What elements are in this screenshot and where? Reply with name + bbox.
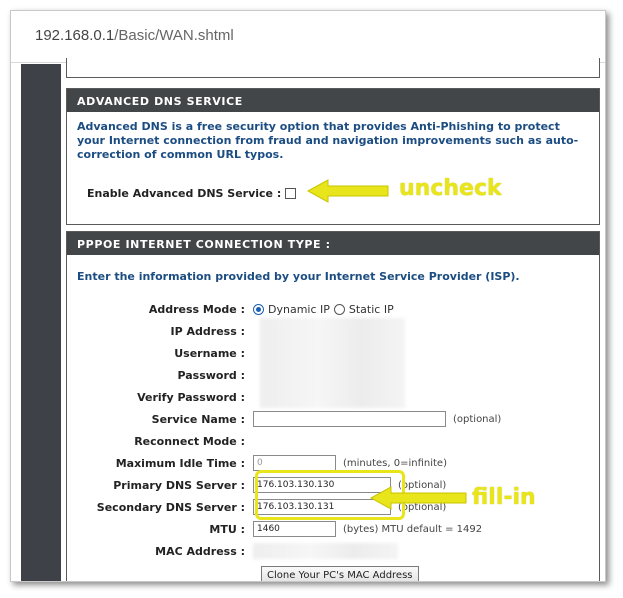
advanced-dns-section: ADVANCED DNS SERVICE Advanced DNS is a f… (66, 88, 600, 225)
verify-password-label: Verify Password : (137, 390, 245, 404)
pppoe-intro: Enter the information provided by your I… (77, 270, 520, 283)
max-idle-label: Maximum Idle Time : (115, 456, 245, 470)
password-row: Password : (67, 366, 599, 384)
dynamic-ip-label: Dynamic IP (268, 302, 330, 316)
advanced-dns-description: Advanced DNS is a free security option t… (77, 120, 579, 161)
ip-address-row: IP Address : (67, 322, 599, 340)
enable-advanced-dns-checkbox[interactable] (285, 188, 297, 199)
mac-address-label: MAC Address : (155, 544, 245, 558)
max-idle-note: (minutes, 0=infinite) (343, 457, 447, 469)
password-label: Password : (177, 368, 245, 382)
fill-in-arrow-icon (369, 486, 467, 510)
screenshot-frame: 192.168.0.1/Basic/WAN.shtml ADVANCED DNS… (10, 10, 606, 582)
username-label: Username : (174, 346, 245, 360)
blurred-mac-address (253, 543, 398, 559)
ip-address-label: IP Address : (170, 324, 245, 338)
service-name-optional: (optional) (453, 413, 502, 425)
address-bar[interactable]: 192.168.0.1/Basic/WAN.shtml (11, 11, 605, 63)
clone-mac-button[interactable]: Clone Your PC's MAC Address (261, 566, 419, 581)
primary-dns-label: Primary DNS Server : (113, 478, 245, 492)
service-name-label: Service Name : (151, 412, 245, 426)
previous-section (66, 58, 600, 78)
reconnect-mode-label: Reconnect Mode : (134, 434, 245, 448)
url-path: /Basic/WAN.shtml (114, 27, 234, 44)
enable-advanced-dns-label: Enable Advanced DNS Service : (87, 187, 282, 200)
max-idle-input[interactable]: 0 (253, 455, 336, 471)
reconnect-mode-row: Reconnect Mode : (67, 432, 599, 450)
uncheck-arrow-icon (306, 179, 389, 203)
url-host: 192.168.0.1 (35, 27, 115, 44)
service-name-input[interactable] (253, 411, 446, 427)
fill-in-annotation: fill-in (472, 485, 536, 510)
advanced-dns-header: ADVANCED DNS SERVICE (67, 89, 599, 112)
service-name-row: Service Name : (optional) (67, 410, 599, 428)
secondary-dns-label: Secondary DNS Server : (96, 500, 245, 514)
username-row: Username : (67, 344, 599, 362)
mtu-label: MTU : (209, 522, 245, 536)
verify-password-row: Verify Password : (67, 388, 599, 406)
static-ip-radio[interactable] (333, 303, 345, 315)
static-ip-label: Static IP (348, 302, 394, 316)
enable-advanced-dns-row: Enable Advanced DNS Service : (87, 187, 297, 200)
left-sidebar (21, 64, 61, 581)
address-mode-label: Address Mode : (148, 302, 245, 316)
mac-address-row: MAC Address : (67, 542, 599, 560)
pppoe-header: PPPOE INTERNET CONNECTION TYPE : (67, 232, 599, 255)
address-mode-row: Address Mode : Dynamic IP Static IP (67, 300, 599, 318)
mtu-note: (bytes) MTU default = 1492 (343, 523, 483, 535)
mtu-input[interactable]: 1460 (253, 521, 336, 537)
mtu-row: MTU : 1460 (bytes) MTU default = 1492 (67, 520, 599, 538)
main-content: ADVANCED DNS SERVICE Advanced DNS is a f… (61, 58, 605, 581)
uncheck-annotation: uncheck (399, 176, 502, 201)
clone-mac-row: Clone Your PC's MAC Address (261, 566, 419, 581)
pppoe-section: PPPOE INTERNET CONNECTION TYPE : Enter t… (66, 231, 600, 581)
dynamic-ip-radio[interactable] (253, 303, 264, 315)
